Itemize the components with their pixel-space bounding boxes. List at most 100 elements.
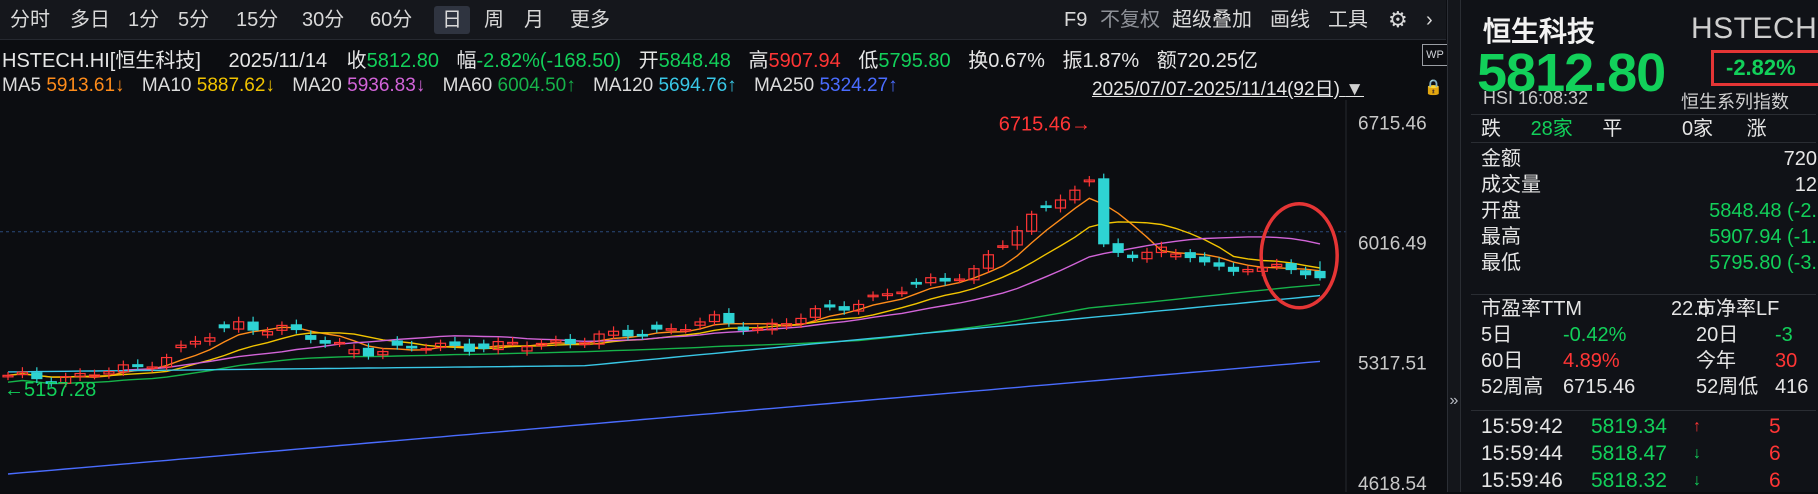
candle-body [1098,178,1110,245]
tab-fenshi[interactable]: 分时 [2,6,58,34]
stat-row: 最高 5907.94 (-1. [1481,224,1817,250]
candle-body [1314,270,1326,279]
date-label: 2025/11/14 [228,50,328,72]
tick-row: 15:59:42 5819.34 ↑ 5 [1481,415,1781,438]
candle-body [838,306,850,311]
stat-label: 成交量 [1481,174,1541,196]
date-range-selector[interactable]: 2025/07/07-2025/11/14(92日) ▼ [1092,74,1364,101]
chart-panel: 分时 多日 1分 5分 15分 30分 60分 日 周 月 更多 F9 不复权 … [0,0,1456,492]
tab-daily[interactable]: 日 [434,6,470,34]
turnover-value: 0.67% [988,50,1045,72]
tab-60min[interactable]: 60分 [362,6,420,34]
draw-line-button[interactable]: 画线 [1262,6,1318,34]
tab-multiday[interactable]: 多日 [62,6,118,34]
tools-button[interactable]: 工具 [1320,6,1376,34]
breadth-row: 跌 28家 平 0家 涨 [1481,118,1767,140]
candle-body [910,281,922,285]
tab-30min[interactable]: 30分 [294,6,352,34]
candle-body [31,372,43,380]
candle-body [824,304,836,308]
app-root: 分时 多日 1分 5分 15分 30分 60分 日 周 月 更多 F9 不复权 … [0,0,1818,492]
candle-body [218,324,230,329]
tab-15min[interactable]: 15分 [228,6,286,34]
chevron-right-icon[interactable]: › [1418,6,1441,34]
ma250-value: 5324.27↑ [819,75,898,96]
index-code: HSTECH [1691,12,1818,45]
price-axis-label: 6715.46 [1358,114,1427,135]
candle-body [1213,262,1225,267]
candle-body [290,324,302,331]
candle-body [939,277,951,282]
candle-body [478,343,490,349]
open-value: 5848.48 [658,50,731,72]
candle-body [463,343,475,352]
candle-body [1112,243,1124,253]
low-value: 5795.80 [878,50,951,72]
lock-icon[interactable]: 🔒 [1424,78,1443,96]
candle-body [1040,205,1052,208]
period-high-label: 6715.46→ [999,114,1091,136]
candle-body [636,333,648,337]
candle-body [1126,254,1139,259]
index-series[interactable]: 恒生系列指数 [1681,88,1789,114]
change-value: -2.82%(-168.50) [476,50,622,72]
candle-body [564,338,576,345]
f9-button[interactable]: F9 [1056,6,1095,34]
gear-icon[interactable]: ⚙ [1380,6,1416,34]
candle-body [406,345,418,349]
ma-legend: MA5 5913.61↓ MA10 5887.62↓ MA20 5936.83↓… [2,75,898,96]
stat-value: 5795.80 (-3. [1709,252,1817,274]
stat-label: 最高 [1481,226,1521,248]
candle-body [1184,252,1196,259]
stat-label: 开盘 [1481,200,1521,222]
super-overlay-button[interactable]: 超级叠加 [1164,6,1260,34]
wp-badge[interactable]: WP [1422,44,1448,66]
candle-body [449,341,461,346]
ohlc-info-bar: HSTECH.HI[恒生科技] 2025/11/14 收5812.80 幅-2.… [2,50,1258,72]
candle-body [723,312,735,324]
ma5-value: 5913.61↓ [46,75,125,96]
valuation-row: 市盈率TTM 22.5 市净率LF [1481,298,1780,320]
no-adjust-button[interactable]: 不复权 [1092,6,1168,34]
period-toolbar: 分时 多日 1分 5分 15分 30分 60分 日 周 月 更多 F9 不复权 … [0,0,1446,40]
stat-row: 金额 720 [1481,146,1817,172]
perf-row: 52周高 6715.46 52周低 416 [1481,376,1809,398]
candle-body [1227,266,1240,272]
double-chevron-right-icon: » [1449,392,1459,409]
price-axis-label: 4618.54 [1358,474,1427,492]
candle-body [1199,256,1211,263]
perf-row: 60日 4.89% 今年 30 [1481,350,1798,372]
tab-monthly[interactable]: 月 [516,6,552,34]
tab-1min[interactable]: 1分 [120,6,167,34]
stat-value: 720 [1783,148,1817,170]
stat-label: 金额 [1481,148,1521,170]
amplitude-value: 1.87% [1082,50,1140,72]
exchange-time: HSI 16:08:32 [1483,88,1589,108]
triangle-down-icon: ▼ [1345,79,1364,100]
stat-row: 成交量 12 [1481,172,1817,198]
stat-row: 开盘 5848.48 (-2. [1481,198,1817,224]
quote-panel: 恒生科技 HSTECH 5812.80 -2.82% HSI 16:08:32 … [1460,0,1818,492]
candle-body [391,340,403,346]
candle-body [319,340,331,344]
stat-row: 最低 5795.80 (-3. [1481,250,1817,276]
perf-row: 5日 -0.42% 20日 -3 [1481,324,1793,346]
price-axis-label: 5317.51 [1358,354,1427,375]
candle-body [362,347,375,357]
candle [1098,173,1110,248]
panel-splitter[interactable]: » [1447,0,1460,492]
tick-row: 15:59:46 5818.32 ↓ 6 [1481,469,1781,492]
candle-body [651,324,663,330]
amount-value: 720.25亿 [1176,50,1258,72]
tab-weekly[interactable]: 周 [476,6,512,34]
candle-body [1299,270,1312,276]
candlestick-chart[interactable]: 6715.46 6016.49 5317.51 4618.54 6715.46→ ←51… [0,100,1446,492]
ma10-value: 5887.62↓ [196,75,275,96]
candle-body [132,364,144,368]
tab-5min[interactable]: 5分 [170,6,217,34]
tick-row: 15:59:44 5818.47 ↓ 6 [1481,442,1781,465]
candle-body [737,326,749,331]
candle-body [305,335,317,340]
tab-more[interactable]: 更多 [562,6,618,34]
candle-body [1285,263,1297,271]
